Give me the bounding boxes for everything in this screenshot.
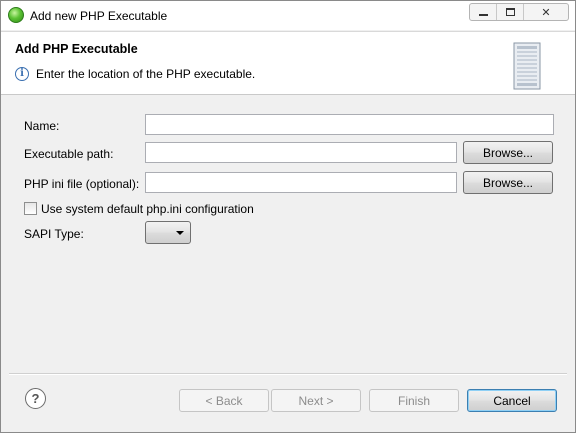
banner-title: Add PHP Executable (15, 42, 138, 56)
executable-path-label: Executable path: (24, 147, 114, 161)
title-bar[interactable]: Add new PHP Executable ✕ (1, 1, 575, 30)
window-controls: ✕ (469, 3, 569, 21)
finish-button[interactable]: Finish (369, 389, 459, 412)
close-icon: ✕ (541, 6, 551, 19)
sapi-type-label: SAPI Type: (24, 227, 84, 241)
use-default-ini-label[interactable]: Use system default php.ini configuration (41, 202, 254, 216)
minimize-icon (478, 13, 488, 16)
executable-browse-button[interactable]: Browse... (463, 141, 553, 164)
back-button[interactable]: < Back (179, 389, 269, 412)
php-ini-input[interactable] (145, 172, 457, 193)
sapi-type-select[interactable] (145, 221, 191, 244)
close-button[interactable]: ✕ (524, 4, 568, 20)
name-input[interactable] (145, 114, 554, 135)
maximize-button[interactable] (497, 4, 524, 20)
maximize-icon (505, 8, 515, 16)
php-ini-browse-button[interactable]: Browse... (463, 171, 553, 194)
executable-path-input[interactable] (145, 142, 457, 163)
banner-message: Enter the location of the PHP executable… (36, 67, 256, 81)
window-title: Add new PHP Executable (30, 9, 168, 23)
cancel-button[interactable]: Cancel (467, 389, 557, 412)
app-icon (8, 7, 24, 23)
minimize-button[interactable] (470, 4, 497, 20)
wizard-banner: Add PHP Executable i Enter the location … (1, 31, 575, 95)
chevron-down-icon (176, 231, 184, 235)
use-default-ini-checkbox[interactable] (24, 202, 37, 215)
dialog-window: Add new PHP Executable ✕ Add PHP Executa… (0, 0, 576, 433)
help-icon[interactable]: ? (25, 388, 46, 409)
name-label: Name: (24, 119, 60, 133)
footer-separator (9, 373, 567, 374)
server-icon (513, 42, 541, 90)
next-button[interactable]: Next > (271, 389, 361, 412)
info-icon: i (15, 67, 29, 81)
php-ini-label: PHP ini file (optional): (24, 177, 140, 191)
